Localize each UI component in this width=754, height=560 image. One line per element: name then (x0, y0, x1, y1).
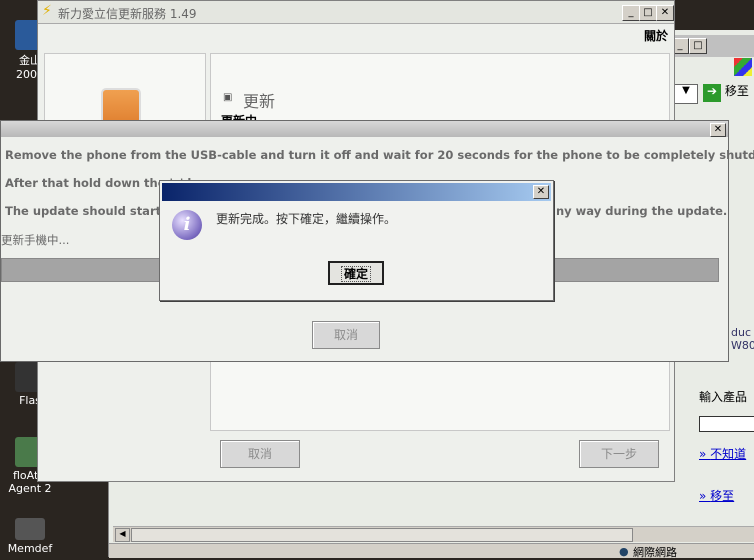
message-titlebar: ✕ (162, 183, 551, 201)
cancel-button[interactable]: 取消 (312, 321, 380, 349)
section-title: 更新 (243, 92, 276, 111)
product-label: 輸入產品 (699, 390, 748, 404)
windows-flag-icon (734, 58, 752, 76)
product-input[interactable] (699, 416, 754, 432)
link-label: 移至 (710, 489, 735, 503)
status-zone-label: 網際網路 (633, 546, 677, 559)
link-dont-know[interactable]: » 不知道 (699, 445, 746, 462)
dialog-titlebar: ✕ (1, 121, 728, 137)
browser-titlebar: _ □ (669, 35, 754, 57)
link-label: 不知道 (710, 447, 747, 461)
left-panel (44, 53, 206, 126)
minimize-icon[interactable]: _ (622, 5, 640, 21)
scroll-thumb[interactable] (131, 528, 633, 542)
info-icon: i (172, 210, 202, 240)
instruction-line: Remove the phone from the USB-cable and … (5, 148, 754, 162)
ok-label: 確定 (340, 266, 371, 282)
desktop-icon-memdef[interactable]: Memdef (0, 518, 60, 555)
go-button[interactable]: ➔ 移至 (703, 82, 754, 102)
status-line: 更新手機中... (1, 233, 70, 247)
right-side-text: duc W80 (731, 326, 754, 352)
cancel-button[interactable]: 取消 (220, 440, 300, 468)
globe-icon: ● (619, 545, 629, 558)
horizontal-scrollbar[interactable]: ◀ (113, 526, 754, 542)
next-button[interactable]: 下一步 (579, 440, 659, 468)
address-dropdown-icon[interactable]: ▼ (674, 84, 698, 104)
close-icon[interactable]: ✕ (710, 123, 726, 137)
link-go[interactable]: » 移至 (699, 487, 734, 504)
section-bullet-icon: ▣ (223, 92, 233, 103)
lightning-icon: ⚡ (42, 3, 52, 19)
ok-button[interactable]: 確定 (328, 261, 384, 285)
side-text: duc (731, 326, 752, 339)
close-icon[interactable]: ✕ (656, 5, 674, 21)
message-text: 更新完成。按下確定，繼續操作。 (216, 212, 397, 226)
instruction-line-tail: ny way during the update. (556, 204, 728, 218)
about-link[interactable]: 關於 (644, 27, 668, 44)
message-box: ✕ i 更新完成。按下確定，繼續操作。 確定 (159, 180, 554, 301)
go-arrow-icon: ➔ (703, 84, 721, 102)
updater-titlebar: ⚡ 新力愛立信更新服務 1.49 _ □ ✕ (38, 1, 674, 24)
go-label: 移至 (724, 84, 749, 98)
maximize-icon[interactable]: □ (689, 38, 707, 54)
maximize-icon[interactable]: □ (639, 5, 657, 21)
close-icon[interactable]: ✕ (533, 185, 549, 199)
memory-chip-icon (15, 518, 45, 540)
side-text: W80 (731, 339, 754, 352)
updater-title: 新力愛立信更新服務 1.49 (58, 7, 197, 21)
status-bar: ● 網際網路 (109, 543, 754, 559)
scroll-left-icon[interactable]: ◀ (115, 528, 130, 542)
desktop-icon-label: Memdef (7, 542, 53, 555)
